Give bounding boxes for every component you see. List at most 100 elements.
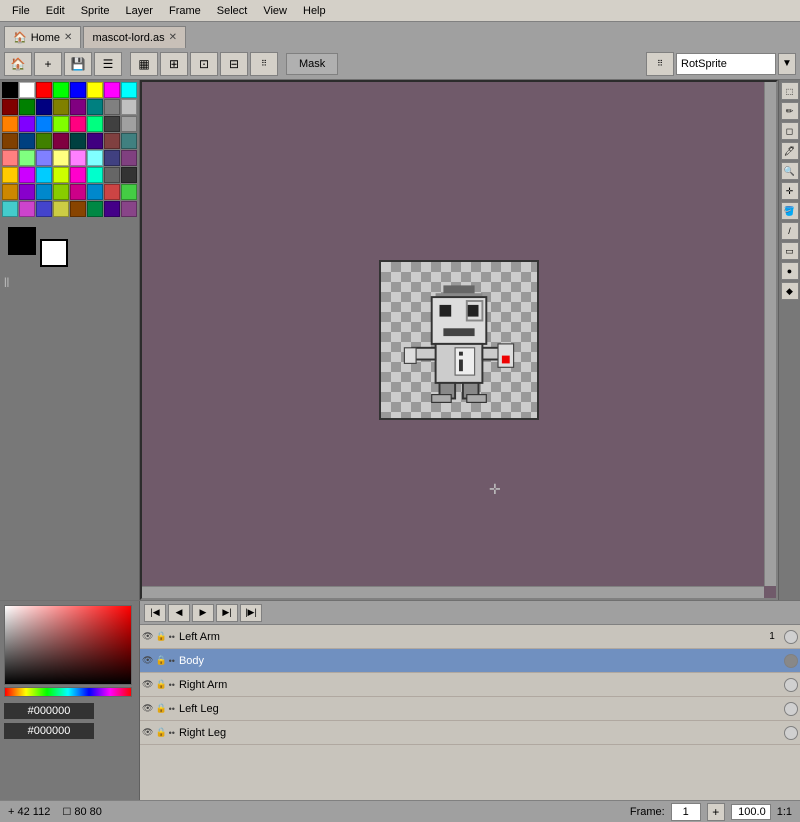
color-cell-36[interactable] xyxy=(70,150,86,166)
color-cell-11[interactable] xyxy=(53,99,69,115)
layer-dot-3[interactable] xyxy=(784,702,798,716)
color-cell-42[interactable] xyxy=(36,167,52,183)
color-cell-26[interactable] xyxy=(36,133,52,149)
tool-paint[interactable]: 🪣 xyxy=(781,202,799,220)
color-cell-41[interactable] xyxy=(19,167,35,183)
layer-visibility-4[interactable]: 👁 xyxy=(142,727,153,738)
color-cell-49[interactable] xyxy=(19,184,35,200)
color-cell-1[interactable] xyxy=(19,82,35,98)
color-cell-34[interactable] xyxy=(36,150,52,166)
layer-visibility-2[interactable]: 👁 xyxy=(142,679,153,690)
tool-save[interactable]: 💾 xyxy=(64,52,92,76)
menu-file[interactable]: File xyxy=(4,3,38,19)
color-cell-55[interactable] xyxy=(121,184,137,200)
background-hex[interactable]: #000000 xyxy=(4,723,94,739)
color-cell-17[interactable] xyxy=(19,116,35,132)
color-cell-25[interactable] xyxy=(19,133,35,149)
layer-dot-2[interactable] xyxy=(784,678,798,692)
color-cell-10[interactable] xyxy=(36,99,52,115)
color-cell-19[interactable] xyxy=(53,116,69,132)
color-cell-7[interactable] xyxy=(121,82,137,98)
vertical-scrollbar[interactable] xyxy=(764,82,776,586)
color-cell-57[interactable] xyxy=(19,201,35,217)
tab-home-close[interactable]: ✕ xyxy=(64,32,72,43)
layer-link-1[interactable]: •• xyxy=(169,656,175,666)
tool-grid1[interactable]: ▦ xyxy=(130,52,158,76)
mask-button[interactable]: Mask xyxy=(286,53,338,75)
rot-sprite-arrow[interactable]: ▼ xyxy=(778,53,796,75)
color-cell-8[interactable] xyxy=(2,99,18,115)
color-cell-63[interactable] xyxy=(121,201,137,217)
color-cell-4[interactable] xyxy=(70,82,86,98)
tool-select-pixels[interactable]: ⠿ xyxy=(250,52,278,76)
color-cell-52[interactable] xyxy=(70,184,86,200)
tool-pencil[interactable]: ✏ xyxy=(781,102,799,120)
color-cell-13[interactable] xyxy=(87,99,103,115)
layer-dot-4[interactable] xyxy=(784,726,798,740)
color-cell-44[interactable] xyxy=(70,167,86,183)
tool-add[interactable]: + xyxy=(34,52,62,76)
menu-view[interactable]: View xyxy=(255,3,295,19)
color-cell-62[interactable] xyxy=(104,201,120,217)
layer-lock-1[interactable]: 🔒 xyxy=(155,655,166,666)
color-cell-24[interactable] xyxy=(2,133,18,149)
color-cell-5[interactable] xyxy=(87,82,103,98)
foreground-hex[interactable]: #000000 xyxy=(4,703,94,719)
fg-bg-indicator[interactable] xyxy=(8,227,68,267)
color-cell-40[interactable] xyxy=(2,167,18,183)
tool-rect[interactable]: ▭ xyxy=(781,242,799,260)
color-cell-12[interactable] xyxy=(70,99,86,115)
menu-select[interactable]: Select xyxy=(209,3,256,19)
layer-lock-0[interactable]: 🔒 xyxy=(155,631,166,642)
play-prev[interactable]: ◀ xyxy=(168,604,190,622)
layer-link-3[interactable]: •• xyxy=(169,704,175,714)
tool-opacity[interactable]: ⠿ xyxy=(646,52,674,76)
layer-lock-4[interactable]: 🔒 xyxy=(155,727,166,738)
color-hue-bar[interactable] xyxy=(4,687,132,697)
color-cell-32[interactable] xyxy=(2,150,18,166)
color-cell-47[interactable] xyxy=(121,167,137,183)
layer-row-0[interactable]: 👁 🔒 •• Left Arm 1 xyxy=(140,625,800,649)
color-cell-29[interactable] xyxy=(87,133,103,149)
tool-fill[interactable]: ● xyxy=(781,262,799,280)
color-cell-59[interactable] xyxy=(53,201,69,217)
color-cell-3[interactable] xyxy=(53,82,69,98)
layer-row-3[interactable]: 👁 🔒 •• Left Leg xyxy=(140,697,800,721)
tool-grid4[interactable]: ⊟ xyxy=(220,52,248,76)
frame-number-input[interactable] xyxy=(671,803,701,821)
color-cell-14[interactable] xyxy=(104,99,120,115)
play-last[interactable]: |▶| xyxy=(240,604,262,622)
color-gradient[interactable] xyxy=(4,605,132,685)
layer-row-2[interactable]: 👁 🔒 •• Right Arm xyxy=(140,673,800,697)
color-cell-54[interactable] xyxy=(104,184,120,200)
color-cell-23[interactable] xyxy=(121,116,137,132)
layer-dot-0[interactable] xyxy=(784,630,798,644)
layer-link-0[interactable]: •• xyxy=(169,632,175,642)
layer-row-1[interactable]: 👁 🔒 •• Body xyxy=(140,649,800,673)
fg-color-box[interactable] xyxy=(8,227,36,255)
menu-frame[interactable]: Frame xyxy=(161,3,209,19)
menu-layer[interactable]: Layer xyxy=(117,3,161,19)
color-cell-50[interactable] xyxy=(36,184,52,200)
color-cell-48[interactable] xyxy=(2,184,18,200)
menu-edit[interactable]: Edit xyxy=(38,3,73,19)
color-cell-60[interactable] xyxy=(70,201,86,217)
color-cell-39[interactable] xyxy=(121,150,137,166)
canvas-area[interactable]: ✛ xyxy=(140,80,778,600)
color-cell-21[interactable] xyxy=(87,116,103,132)
layer-visibility-0[interactable]: 👁 xyxy=(142,631,153,642)
color-cell-37[interactable] xyxy=(87,150,103,166)
menu-sprite[interactable]: Sprite xyxy=(73,3,118,19)
tool-line[interactable]: / xyxy=(781,222,799,240)
tool-eraser[interactable]: ◻ xyxy=(781,122,799,140)
tool-menu[interactable]: ☰ xyxy=(94,52,122,76)
layer-visibility-1[interactable]: 👁 xyxy=(142,655,153,666)
color-cell-35[interactable] xyxy=(53,150,69,166)
color-cell-0[interactable] xyxy=(2,82,18,98)
color-cell-2[interactable] xyxy=(36,82,52,98)
color-cell-53[interactable] xyxy=(87,184,103,200)
rot-sprite-input[interactable] xyxy=(676,53,776,75)
color-cell-58[interactable] xyxy=(36,201,52,217)
tool-move[interactable]: ✛ xyxy=(781,182,799,200)
play-next[interactable]: ▶ xyxy=(192,604,214,622)
